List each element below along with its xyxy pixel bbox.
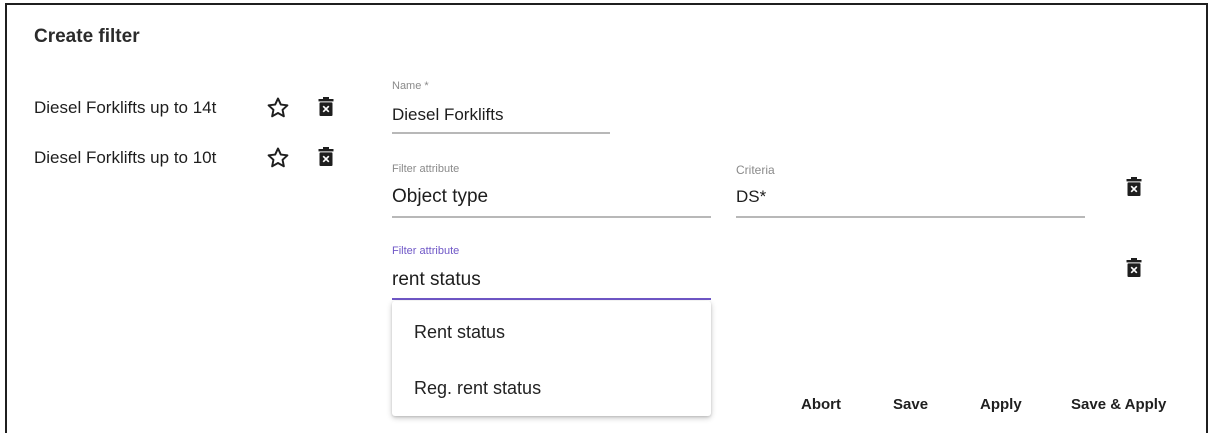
attribute-dropdown: Rent status Reg. rent status: [392, 301, 711, 416]
save-and-apply-button[interactable]: Save & Apply: [1071, 396, 1166, 413]
star-icon[interactable]: [265, 145, 291, 171]
criteria-field[interactable]: Criteria DS*: [736, 163, 1085, 219]
trash-icon[interactable]: [1126, 258, 1142, 277]
save-button[interactable]: Save: [893, 396, 928, 413]
dropdown-option-rent-status[interactable]: Rent status: [414, 322, 505, 343]
filter-attribute-label: Filter attribute: [392, 163, 460, 175]
trash-icon[interactable]: [318, 97, 334, 116]
saved-filter-item[interactable]: Diesel Forklifts up to 14t: [34, 94, 216, 122]
filter-attribute-input: rent status: [392, 269, 481, 290]
criteria-underline: [736, 216, 1085, 218]
criteria-label: Criteria: [736, 163, 775, 177]
filter-attribute-underline: [392, 216, 711, 218]
name-field[interactable]: Name * Diesel Forklifts: [392, 80, 610, 134]
filter-attribute-value: Object type: [392, 186, 489, 207]
saved-filter-item[interactable]: Diesel Forklifts up to 10t: [34, 144, 216, 172]
abort-button[interactable]: Abort: [801, 396, 841, 413]
trash-icon[interactable]: [1126, 177, 1142, 196]
star-icon[interactable]: [265, 95, 291, 121]
dropdown-option-reg-rent-status[interactable]: Reg. rent status: [414, 378, 541, 399]
filter-attribute-label: Filter attribute: [392, 245, 460, 257]
filter-attribute-field-active[interactable]: Filter attribute rent status: [392, 245, 711, 301]
filter-attribute-underline: [392, 298, 711, 300]
saved-filter-label: Diesel Forklifts up to 10t: [34, 148, 217, 167]
name-field-label: Name *: [392, 80, 429, 92]
filter-attribute-field[interactable]: Filter attribute Object type: [392, 163, 711, 219]
dialog-title: Create filter: [34, 26, 140, 47]
name-field-value: Diesel Forklifts: [392, 105, 504, 124]
apply-button[interactable]: Apply: [980, 396, 1022, 413]
criteria-value: DS*: [736, 187, 767, 206]
saved-filter-label: Diesel Forklifts up to 14t: [34, 98, 217, 117]
trash-icon[interactable]: [318, 147, 334, 166]
name-field-underline: [392, 132, 610, 134]
